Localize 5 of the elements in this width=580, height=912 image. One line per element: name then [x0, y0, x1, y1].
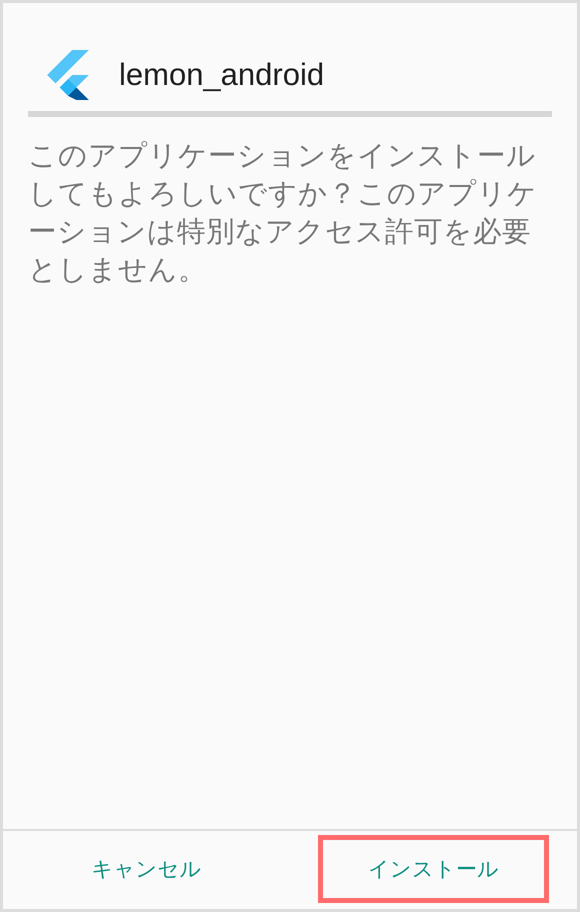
app-title: lemon_android	[119, 57, 324, 93]
flutter-logo-icon	[47, 50, 89, 100]
install-message: このアプリケーションをインストールしてもよろしいですか？このアプリケーションは特別なアクセス許可を必要としません。	[28, 138, 538, 288]
cancel-button[interactable]: キャンセル	[31, 835, 262, 903]
install-button[interactable]: インストール	[318, 835, 549, 903]
